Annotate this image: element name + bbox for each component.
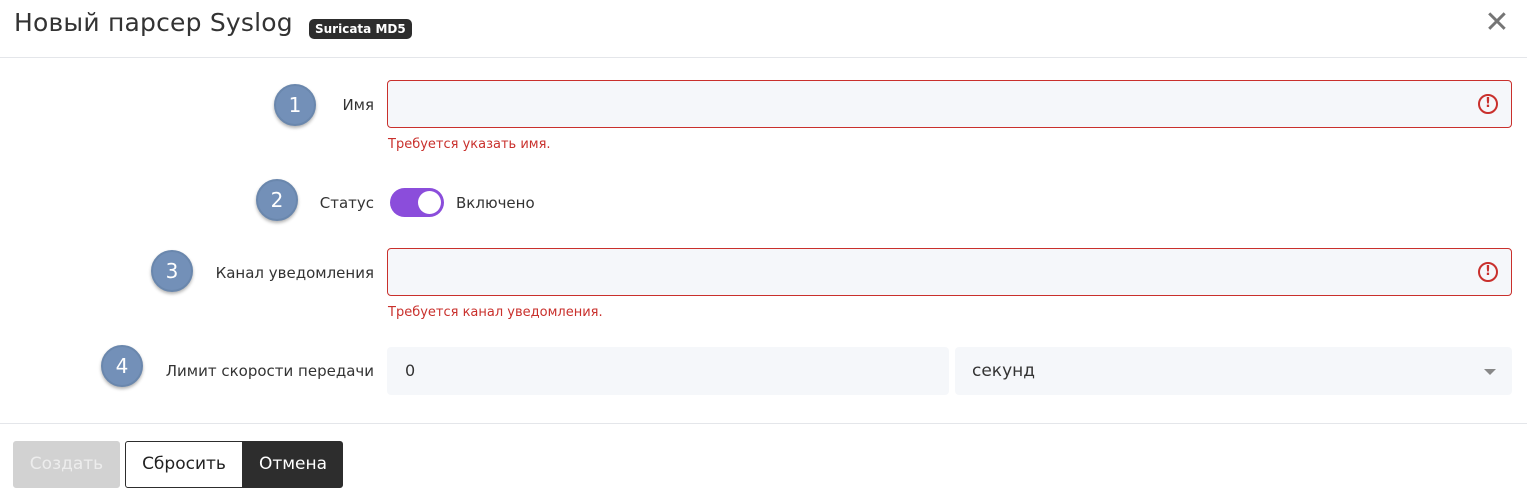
- exclamation-circle-icon: !: [1478, 262, 1498, 282]
- channel-label: Канал уведомления: [215, 264, 374, 282]
- name-label: Имя: [342, 96, 374, 114]
- step-marker-1: 1: [274, 84, 316, 126]
- rate-limit-label: Лимит скорости передачи: [165, 362, 374, 380]
- chevron-down-icon: [1484, 369, 1496, 375]
- rate-limit-unit-value: секунд: [972, 361, 1036, 381]
- toggle-knob: [418, 191, 441, 214]
- status-state-text: Включено: [456, 194, 535, 212]
- step-marker-4: 4: [101, 345, 143, 387]
- rate-limit-unit-select[interactable]: секунд: [955, 347, 1512, 395]
- status-toggle[interactable]: [390, 188, 444, 217]
- notification-channel-input[interactable]: !: [387, 248, 1512, 296]
- step-marker-2: 2: [256, 179, 298, 221]
- dialog-title: Новый парсер Syslog: [14, 8, 293, 37]
- status-label: Статус: [319, 194, 374, 212]
- create-button[interactable]: Создать: [13, 441, 120, 488]
- cancel-button[interactable]: Отмена: [243, 441, 343, 488]
- dialog-header: Новый парсер Syslog Suricata MD5 ✕: [0, 0, 1527, 58]
- name-input[interactable]: !: [387, 80, 1512, 128]
- exclamation-circle-icon: !: [1478, 94, 1498, 114]
- channel-error-text: Требуется канал уведомления.: [388, 305, 603, 320]
- parser-type-badge: Suricata MD5: [309, 19, 412, 39]
- close-icon[interactable]: ✕: [1482, 6, 1512, 40]
- name-error-text: Требуется указать имя.: [388, 137, 551, 152]
- step-marker-3: 3: [151, 250, 193, 292]
- reset-button[interactable]: Сбросить: [125, 441, 243, 488]
- rate-limit-input[interactable]: 0: [387, 347, 949, 395]
- footer-divider: [0, 423, 1527, 424]
